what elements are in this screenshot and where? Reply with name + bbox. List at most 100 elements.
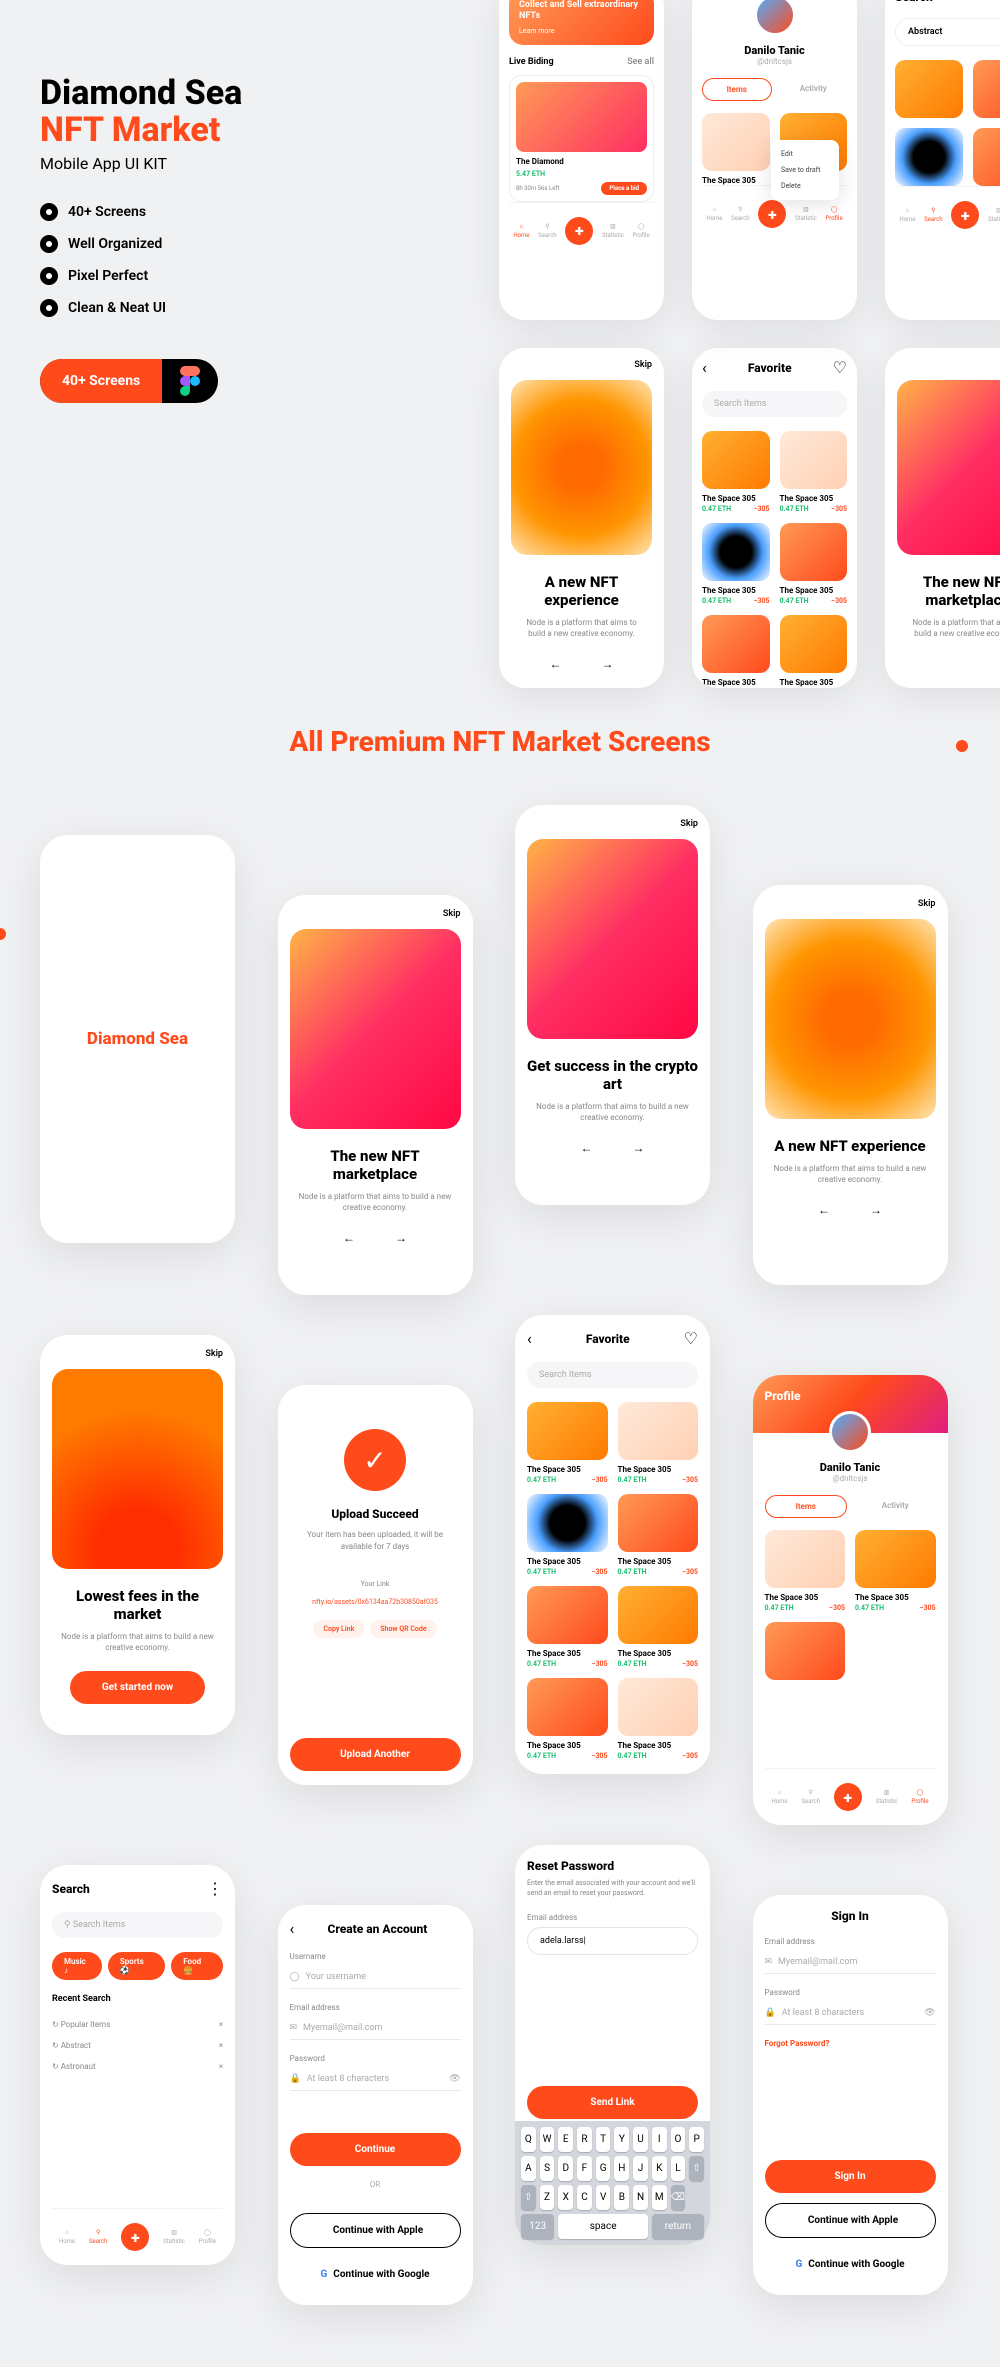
nav-add[interactable]: + bbox=[834, 1783, 862, 1811]
send-link-button[interactable]: Send Link bbox=[527, 2086, 698, 2119]
nav-home[interactable]: ⌂Home bbox=[899, 207, 915, 223]
chip-music[interactable]: Music ♪ bbox=[52, 1952, 102, 1980]
recent-item[interactable]: ↻ Abstract× bbox=[52, 2035, 223, 2056]
heart-icon[interactable]: ♡ bbox=[684, 1329, 698, 1348]
nft-card[interactable]: The Space 3050.47 ETH−305 bbox=[618, 1586, 699, 1668]
keyboard[interactable]: QWERTYUIOP ASDFGHJKL⇧ ⇧ZXCVBNM⌫ 123space… bbox=[515, 2121, 710, 2245]
nav-add[interactable]: + bbox=[121, 2223, 149, 2251]
tab-activity[interactable]: Activity bbox=[780, 78, 848, 101]
nav-profile[interactable]: ◯Profile bbox=[825, 206, 842, 222]
context-menu[interactable]: Edit Save to draft Delete bbox=[771, 140, 839, 200]
email-input[interactable]: ✉Myemail@mail.com bbox=[765, 1951, 936, 1974]
chip-food[interactable]: Food 🍔 bbox=[171, 1952, 223, 1980]
screen-onboard-marketplace: Skip The new NFT marketplace Node is a p… bbox=[885, 348, 1000, 688]
tab-items[interactable]: Items bbox=[702, 78, 772, 101]
google-button[interactable]: GContinue with Google bbox=[765, 2248, 936, 2281]
back-icon[interactable]: ‹ bbox=[527, 1329, 532, 1348]
upload-another-button[interactable]: Upload Another bbox=[290, 1738, 461, 1771]
copy-link-button[interactable]: Copy Link bbox=[313, 1620, 364, 1638]
nav-stats[interactable]: ▥Statistic bbox=[795, 206, 817, 222]
cta-button[interactable]: 40+ Screens bbox=[40, 359, 218, 403]
heart-icon[interactable]: ♡ bbox=[833, 358, 847, 377]
arrow-right-icon[interactable]: → bbox=[395, 1231, 407, 1245]
screen-profile-menu: Danilo Tanic @dnltcsjs ItemsActivity The… bbox=[692, 0, 857, 320]
nft-card[interactable]: The Space 3050.47 ETH−305 bbox=[618, 1494, 699, 1576]
nav-stats[interactable]: ▥Statistic bbox=[602, 223, 624, 239]
screen-lowest-fees: Skip Lowest fees in the market Node is a… bbox=[40, 1335, 235, 1735]
nav-stats[interactable]: ▥Statistic bbox=[163, 2229, 185, 2245]
nav-add[interactable]: + bbox=[951, 201, 979, 229]
google-button[interactable]: GContinue with Google bbox=[290, 2258, 461, 2291]
nav-profile[interactable]: ◯Profile bbox=[199, 2229, 216, 2245]
nav-profile[interactable]: ◯Profile bbox=[632, 223, 649, 239]
search-input[interactable]: Search Items bbox=[527, 1362, 698, 1388]
search-input[interactable]: Abstract bbox=[895, 18, 1000, 46]
nft-card[interactable]: The Space 3050.47 ETH−305 bbox=[527, 1586, 608, 1668]
arrow-left-icon[interactable]: ← bbox=[581, 1141, 593, 1155]
search-icon: ⚲ bbox=[545, 223, 549, 230]
filter-icon[interactable]: ⋮ bbox=[207, 1879, 223, 1898]
bullet-icon bbox=[40, 235, 58, 253]
back-icon[interactable]: ‹ bbox=[702, 358, 707, 377]
back-icon[interactable]: ‹ bbox=[290, 1919, 295, 1938]
get-started-button[interactable]: Get started now bbox=[70, 1671, 205, 1704]
nav-search[interactable]: ⚲Search bbox=[89, 2229, 107, 2245]
recent-item[interactable]: ↻ Popular Items× bbox=[52, 2014, 223, 2035]
share-qr-button[interactable]: Show QR Code bbox=[370, 1620, 436, 1638]
username-input[interactable]: ◯Your username bbox=[290, 1966, 461, 1989]
nav-stats[interactable]: ▥Statistic bbox=[988, 207, 1000, 223]
nav-search[interactable]: ⚲Search bbox=[538, 223, 556, 239]
promo-banner[interactable]: Collect and Sell extraordinary NFTs Lear… bbox=[509, 0, 654, 45]
nav-add[interactable]: + bbox=[758, 200, 786, 228]
arrow-right-icon[interactable]: → bbox=[870, 1203, 882, 1217]
nft-card[interactable]: The Space 3050.47 ETH−305 bbox=[527, 1678, 608, 1760]
skip-link[interactable]: Skip bbox=[765, 899, 936, 909]
nav-search[interactable]: ⚲Search bbox=[801, 1789, 819, 1805]
nav-add[interactable]: + bbox=[565, 217, 593, 245]
password-input[interactable]: 🔒At least 8 characters👁 bbox=[765, 2002, 936, 2025]
eye-icon[interactable]: 👁 bbox=[924, 2008, 935, 2018]
tab-activity[interactable]: Activity bbox=[855, 1495, 936, 1518]
search-input[interactable]: ⚲ Search Items bbox=[52, 1912, 223, 1938]
eye-icon[interactable]: 👁 bbox=[449, 2074, 460, 2084]
nft-card[interactable]: The Space 3050.47 ETH−305 bbox=[618, 1402, 699, 1484]
recent-item[interactable]: ↻ Astronaut× bbox=[52, 2056, 223, 2077]
apple-button[interactable]: Continue with Apple bbox=[765, 2203, 936, 2238]
chip-sports[interactable]: Sports ⚽ bbox=[108, 1952, 165, 1980]
search-input[interactable]: Search Items bbox=[702, 391, 847, 417]
skip-link[interactable]: Skip bbox=[52, 1349, 223, 1359]
lock-icon: 🔒 bbox=[290, 2074, 301, 2084]
skip-link[interactable]: Skip bbox=[527, 819, 698, 829]
skip-link[interactable]: Skip bbox=[290, 909, 461, 919]
close-icon: × bbox=[219, 2041, 223, 2050]
nav-stats[interactable]: ▥Statistic bbox=[876, 1789, 898, 1805]
arrow-left-icon[interactable]: ← bbox=[343, 1231, 355, 1245]
password-input[interactable]: 🔒At least 8 characters👁 bbox=[290, 2068, 461, 2091]
nft-card[interactable]: The Space 3050.47 ETH−305 bbox=[527, 1402, 608, 1484]
nav-home[interactable]: ⌂Home bbox=[59, 2229, 75, 2245]
arrow-left-icon[interactable]: ← bbox=[550, 657, 562, 671]
nav-home[interactable]: ⌂Home bbox=[771, 1789, 787, 1805]
forgot-password-link[interactable]: Forgot Password? bbox=[765, 2039, 936, 2048]
nav-profile[interactable]: ◯Profile bbox=[911, 1789, 928, 1805]
arrow-right-icon[interactable]: → bbox=[602, 657, 614, 671]
continue-button[interactable]: Continue bbox=[290, 2133, 461, 2166]
nav-search[interactable]: ⚲Search bbox=[924, 207, 942, 223]
email-input[interactable]: ✉Myemail@mail.com bbox=[290, 2017, 461, 2040]
user-icon: ◯ bbox=[290, 1972, 300, 1982]
email-input[interactable]: adela.larss| bbox=[527, 1927, 698, 1955]
arrow-left-icon[interactable]: ← bbox=[818, 1203, 830, 1217]
skip-link[interactable]: Skip bbox=[511, 360, 652, 370]
skip-link[interactable]: Skip bbox=[897, 360, 1000, 370]
nav-home[interactable]: ⌂Home bbox=[513, 223, 529, 239]
nft-card[interactable]: The Space 3050.47 ETH−305 bbox=[527, 1494, 608, 1576]
nav-search[interactable]: ⚲Search bbox=[731, 206, 749, 222]
apple-button[interactable]: Continue with Apple bbox=[290, 2213, 461, 2248]
signin-button[interactable]: Sign In bbox=[765, 2160, 936, 2193]
bid-card[interactable]: The Diamond 5.47 ETH 8h 30m 56s LeftPlac… bbox=[509, 75, 654, 202]
nft-card[interactable]: The Space 3050.47 ETH−305 bbox=[618, 1678, 699, 1760]
arrow-right-icon[interactable]: → bbox=[633, 1141, 645, 1155]
chart-icon: ▥ bbox=[610, 223, 616, 230]
tab-items[interactable]: Items bbox=[765, 1495, 848, 1518]
nav-home[interactable]: ⌂Home bbox=[706, 206, 722, 222]
